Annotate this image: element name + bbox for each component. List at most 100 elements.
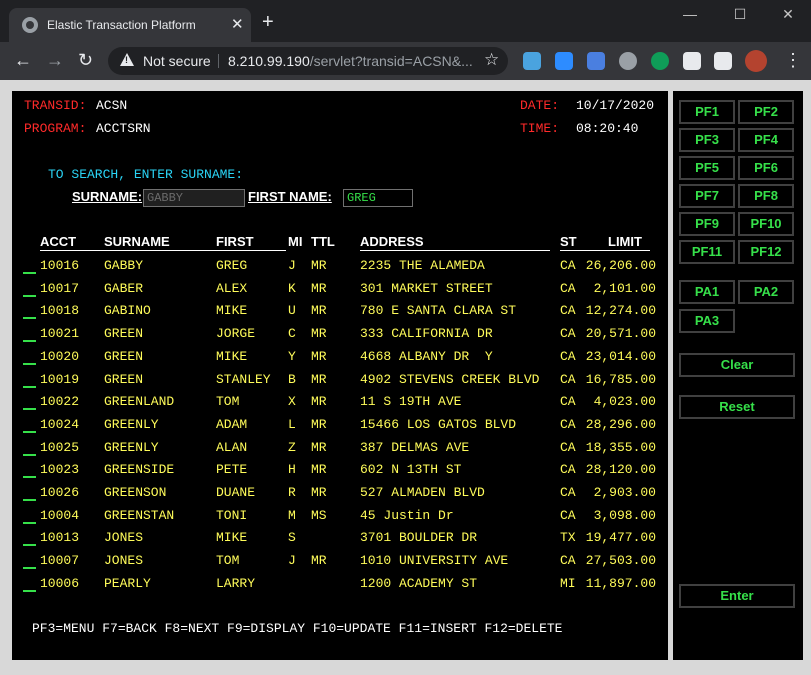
cell-limit: 11,897.00 [585, 575, 656, 591]
cell-acct: 10023 [40, 462, 80, 478]
function-key-legend: PF3=MENU F7=BACK F8=NEXT F9=DISPLAY F10=… [32, 621, 563, 636]
pa3-button[interactable]: PA3 [679, 309, 735, 333]
row-select-field[interactable] [23, 576, 36, 592]
puzzle-icon[interactable] [714, 52, 732, 70]
avatar[interactable] [745, 50, 767, 72]
enter-button[interactable]: Enter [679, 584, 795, 608]
address-bar[interactable]: Not secure 8.210.99.190/servlet?transid=… [108, 47, 508, 75]
reload-icon[interactable]: ↻ [78, 50, 93, 71]
row-select-field[interactable] [23, 508, 36, 524]
surname-field[interactable] [143, 189, 245, 207]
row-select-field[interactable] [23, 349, 36, 365]
cell-first: MIKE [216, 303, 248, 319]
extension-icon[interactable] [555, 52, 573, 70]
extension-icon[interactable] [683, 52, 701, 70]
pf7-button[interactable]: PF7 [679, 184, 735, 208]
extension-icon[interactable] [619, 52, 637, 70]
warning-icon [120, 53, 134, 66]
cell-ttl: MR [311, 303, 327, 319]
cell-acct: 10013 [40, 530, 80, 546]
cell-surname: PEARLY [104, 575, 151, 591]
cell-limit: 2,903.00 [593, 485, 656, 500]
table-row: 10016 GABBY GREG J MR 2235 THE ALAMEDA CA 26,20… [12, 258, 668, 276]
browser-tab[interactable]: Elastic Transaction Platform ✕ [9, 8, 251, 42]
clear-button[interactable]: Clear [679, 353, 795, 377]
table-row: 10026 GREENSON DUANE R MR 527 ALMADEN BLVD CA 2… [12, 485, 668, 503]
menu-icon[interactable]: ⋮ [784, 50, 802, 71]
url-text[interactable]: 8.210.99.190/servlet?transid=ACSN&... [228, 53, 473, 69]
table-row: 10020 GREEN MIKE Y MR 4668 ALBANY DR Y CA 23,01… [12, 349, 668, 367]
table-row: 10022 GREENLAND TOM X MR 11 S 19TH AVE CA 4,023… [12, 394, 668, 412]
pa1-button[interactable]: PA1 [679, 280, 735, 304]
cell-ttl: MR [311, 258, 327, 273]
security-status[interactable]: Not secure [143, 53, 211, 69]
terminal-frame: TRANSID: ACSN PROGRAM: ACCTSRN DATE: 10/… [0, 80, 811, 675]
cell-address: 333 CALIFORNIA DR [360, 326, 493, 342]
tab-title: Elastic Transaction Platform [47, 18, 196, 32]
cell-surname: GABBY [104, 258, 144, 273]
row-select-field[interactable] [23, 485, 36, 501]
pa2-button[interactable]: PA2 [738, 280, 794, 304]
pf6-button[interactable]: PF6 [738, 156, 794, 180]
row-select-field[interactable] [23, 281, 36, 297]
pf12-button[interactable]: PF12 [738, 240, 794, 264]
row-select-field[interactable] [23, 394, 36, 411]
reset-button[interactable]: Reset [679, 395, 795, 419]
row-select-field[interactable] [23, 462, 36, 479]
pf4-button[interactable]: PF4 [738, 128, 794, 152]
row-select-field[interactable] [23, 440, 36, 456]
cell-ttl: MR [311, 462, 327, 478]
cell-mi: M [288, 507, 296, 523]
minimize-icon[interactable]: — [680, 6, 700, 22]
row-select-field[interactable] [23, 530, 36, 547]
pf2-button[interactable]: PF2 [738, 100, 794, 124]
cell-ttl: MR [311, 326, 327, 342]
col-mi: MI [288, 234, 303, 249]
cell-surname: GREENSIDE [104, 462, 175, 478]
bookmark-star-icon[interactable]: ☆ [484, 50, 499, 70]
back-arrow-icon[interactable]: ← [14, 50, 32, 71]
pf5-button[interactable]: PF5 [679, 156, 735, 180]
extension-icon[interactable] [587, 52, 605, 70]
header-underline [40, 250, 286, 251]
cell-mi: B [288, 371, 296, 387]
row-select-field[interactable] [23, 326, 36, 343]
cell-surname: GREENLY [104, 439, 159, 455]
cell-surname: GREENSON [104, 485, 167, 500]
cell-acct: 10006 [40, 575, 80, 591]
cell-st: CA [560, 507, 576, 523]
pf1-button[interactable]: PF1 [679, 100, 735, 124]
cell-st: CA [560, 462, 576, 478]
transid-value: ACSN [96, 98, 128, 113]
tab-close-icon[interactable]: ✕ [231, 15, 244, 33]
table-row: 10021 GREEN JORGE C MR 333 CALIFORNIA DR CA 20,… [12, 326, 668, 344]
cell-address: 780 E SANTA CLARA ST [360, 303, 517, 319]
forward-arrow-icon[interactable]: → [46, 50, 64, 71]
table-row: 10004 GREENSTAN TONI M MS 45 Justin Dr CA 3,098… [12, 508, 668, 526]
cell-address: 3701 BOULDER DR [360, 530, 478, 546]
cell-first: TOM [216, 553, 240, 569]
cell-st: TX [560, 530, 576, 546]
cell-mi: C [288, 326, 296, 342]
pf10-button[interactable]: PF10 [738, 212, 794, 236]
pf9-button[interactable]: PF9 [679, 212, 735, 236]
extension-icon[interactable] [523, 52, 541, 70]
pf11-button[interactable]: PF11 [679, 240, 735, 264]
pf8-button[interactable]: PF8 [738, 184, 794, 208]
table-row: 10013 JONES MIKE S 3701 BOULDER DR TX 19,477.0… [12, 530, 668, 548]
row-select-field[interactable] [23, 258, 36, 274]
new-tab-icon[interactable]: + [262, 12, 274, 32]
row-select-field[interactable] [23, 303, 36, 320]
cell-address: 387 DELMAS AVE [360, 439, 470, 455]
firstname-field[interactable] [343, 189, 413, 207]
extension-icon[interactable] [651, 52, 669, 70]
row-select-field[interactable] [23, 417, 36, 433]
row-select-field[interactable] [23, 372, 36, 388]
cell-first: MIKE [216, 530, 248, 546]
cell-surname: GREENLAND [104, 394, 175, 410]
pf3-button[interactable]: PF3 [679, 128, 735, 152]
maximize-icon[interactable]: ☐ [730, 6, 750, 23]
row-select-field[interactable] [23, 553, 36, 570]
window-close-icon[interactable]: ✕ [778, 6, 798, 23]
cell-address: 11 S 19TH AVE [360, 394, 462, 410]
